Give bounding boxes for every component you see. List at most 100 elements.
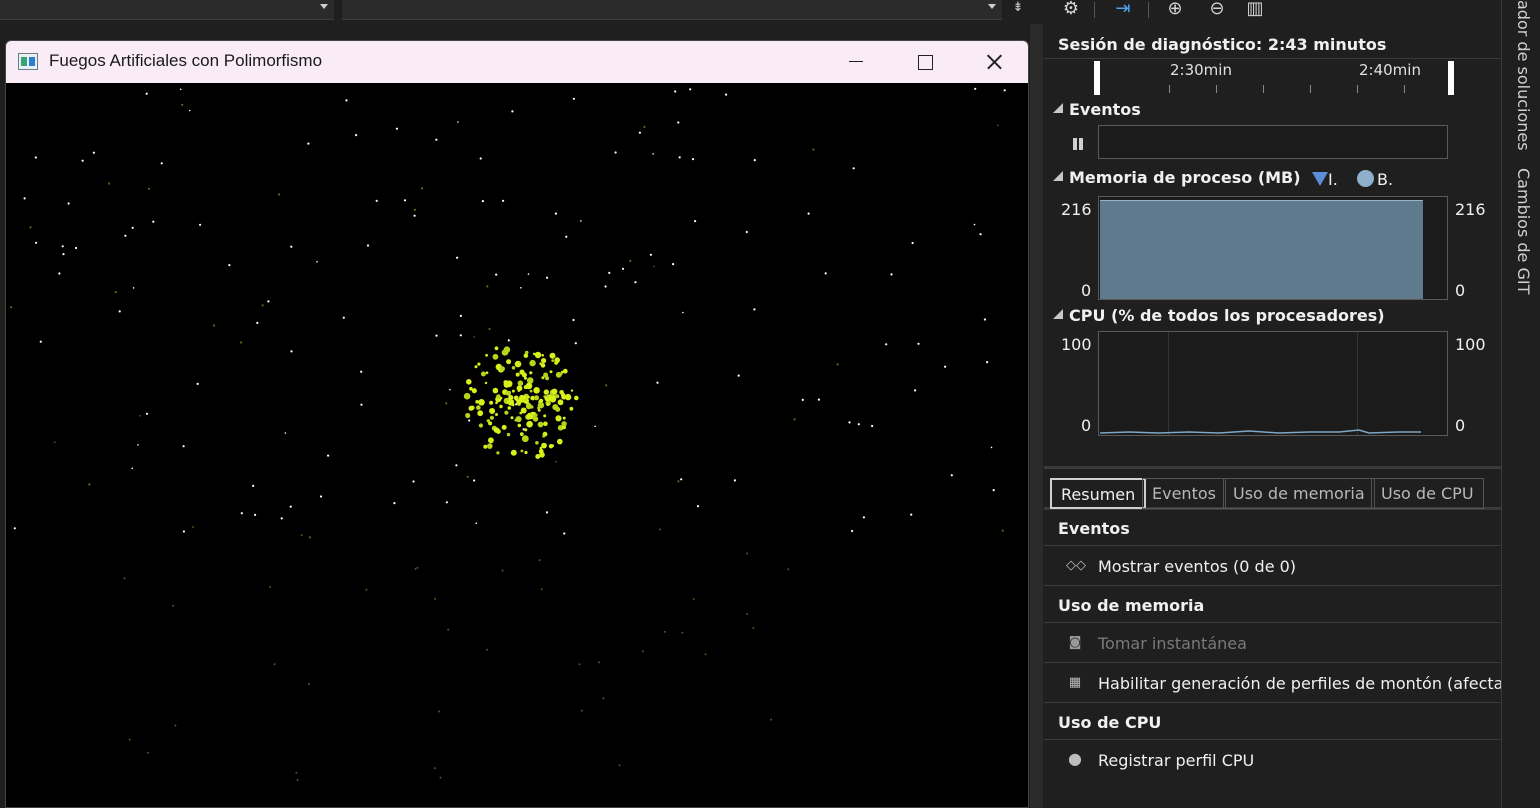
split-editor-icon[interactable]: ⇟ <box>1006 0 1030 20</box>
timeline-label: 2:30min <box>1170 61 1232 79</box>
collapse-triangle-icon <box>1053 309 1063 319</box>
star <box>682 311 684 314</box>
firework-particle <box>504 381 510 388</box>
ember <box>128 738 131 741</box>
star <box>182 445 185 448</box>
star <box>145 412 149 415</box>
star <box>520 287 522 289</box>
star <box>992 489 995 492</box>
chip-icon: ▦ <box>1068 675 1082 690</box>
firework-particle <box>524 428 528 432</box>
timeline-selection-end[interactable] <box>1448 61 1454 95</box>
ember <box>540 588 543 591</box>
star <box>114 291 117 294</box>
star <box>124 234 127 237</box>
ember <box>273 663 276 666</box>
legend-item-i: I. <box>1312 170 1338 189</box>
record-cpu-profile-button[interactable]: ● Registrar perfil CPU <box>1044 740 1501 780</box>
window-titlebar[interactable]: Fuegos Artificiales con Polimorfismo <box>6 41 1028 83</box>
firework-particle <box>506 432 511 437</box>
app-window: Fuegos Artificiales con Polimorfismo <box>5 40 1029 808</box>
enable-heap-profiling-button[interactable]: ▦ Habilitar generación de perfiles de mo… <box>1044 663 1501 703</box>
star <box>196 382 199 385</box>
star <box>61 245 64 248</box>
firework-particle <box>489 400 494 405</box>
tab-eventos[interactable]: Eventos <box>1142 478 1226 509</box>
firework-particle <box>517 389 521 392</box>
star <box>449 388 451 391</box>
star <box>608 271 611 274</box>
star <box>572 97 576 100</box>
timeline-selection-start[interactable] <box>1094 61 1100 95</box>
tab-solution-explorer[interactable]: ador de soluciones <box>1514 0 1533 151</box>
firework-particle <box>562 368 568 374</box>
ide-combo-right[interactable] <box>342 0 1002 20</box>
tab-uso-memoria[interactable]: Uso de memoria <box>1223 478 1375 509</box>
show-events-label: Mostrar eventos (0 de 0) <box>1098 557 1297 576</box>
firework-particle <box>517 380 524 387</box>
ember <box>414 567 417 570</box>
star <box>614 151 617 154</box>
ember <box>787 568 790 571</box>
star <box>753 159 756 162</box>
star <box>950 474 953 477</box>
side-tool-strip: ador de soluciones Cambios de GIT <box>1501 0 1540 808</box>
star <box>652 153 654 155</box>
firework-particle <box>543 389 549 395</box>
cpu-section-header[interactable]: CPU (% de todos los procesadores) <box>1053 306 1385 325</box>
memory-graph[interactable] <box>1098 196 1448 300</box>
firework-particle <box>493 427 500 434</box>
firework-particle <box>549 370 553 374</box>
star <box>468 419 471 422</box>
firework-particle <box>511 389 515 393</box>
pause-icon[interactable] <box>1072 137 1086 151</box>
events-section-header[interactable]: Eventos <box>1053 100 1141 119</box>
gear-icon[interactable]: ⚙ <box>1058 0 1084 20</box>
star <box>974 87 977 90</box>
export-icon[interactable]: ⇥ <box>1110 0 1136 20</box>
firework-particle <box>546 403 550 406</box>
star <box>67 202 70 205</box>
ide-combo-left[interactable] <box>0 0 334 20</box>
zoom-in-icon[interactable]: ⊕ <box>1162 0 1188 20</box>
minimize-button[interactable] <box>822 41 888 83</box>
star <box>455 464 458 467</box>
star <box>316 261 318 263</box>
star <box>131 467 133 470</box>
maximize-button[interactable] <box>891 41 957 83</box>
events-track[interactable] <box>1098 125 1448 159</box>
tab-resumen[interactable]: Resumen <box>1050 478 1147 509</box>
star <box>290 245 293 248</box>
tab-uso-cpu[interactable]: Uso de CPU <box>1371 478 1484 509</box>
firework-particle <box>475 400 479 404</box>
ember <box>172 604 175 607</box>
tab-git-changes[interactable]: Cambios de GIT <box>1514 168 1533 294</box>
screen: ⇟ Fuegos Artificiales con Polimorfismo ⚙… <box>0 0 1540 808</box>
show-events-link[interactable]: ◇◇ Mostrar eventos (0 de 0) <box>1044 546 1501 586</box>
star <box>979 233 982 236</box>
diamonds-icon: ◇◇ <box>1066 558 1086 573</box>
firework-particle <box>540 363 546 368</box>
zoom-out-icon[interactable]: ⊖ <box>1204 0 1230 20</box>
star <box>507 339 510 342</box>
fireworks-canvas[interactable] <box>6 83 1028 807</box>
ember <box>578 663 581 666</box>
firework-particle <box>555 406 561 412</box>
firework-particle <box>564 393 572 401</box>
take-snapshot-button[interactable]: ◙ Tomar instantánea <box>1044 623 1501 663</box>
star <box>605 384 608 387</box>
firework-particle <box>557 399 564 406</box>
firework-particle <box>561 421 567 427</box>
chart-icon[interactable]: ▥ <box>1242 0 1268 20</box>
close-button[interactable] <box>960 41 1026 83</box>
editor-scrollbar[interactable] <box>1030 24 1043 808</box>
timeline-ruler[interactable]: 2:30min 2:40min <box>1044 58 1501 95</box>
firework-particle <box>525 403 532 410</box>
star <box>812 148 815 151</box>
memory-section-header[interactable]: Memoria de proceso (MB) <box>1053 168 1301 187</box>
firework-particle <box>487 443 493 449</box>
firework-particle <box>519 432 524 436</box>
star <box>594 425 596 428</box>
cpu-graph[interactable] <box>1098 331 1448 436</box>
cpu-summary-header: Uso de CPU <box>1044 703 1501 740</box>
